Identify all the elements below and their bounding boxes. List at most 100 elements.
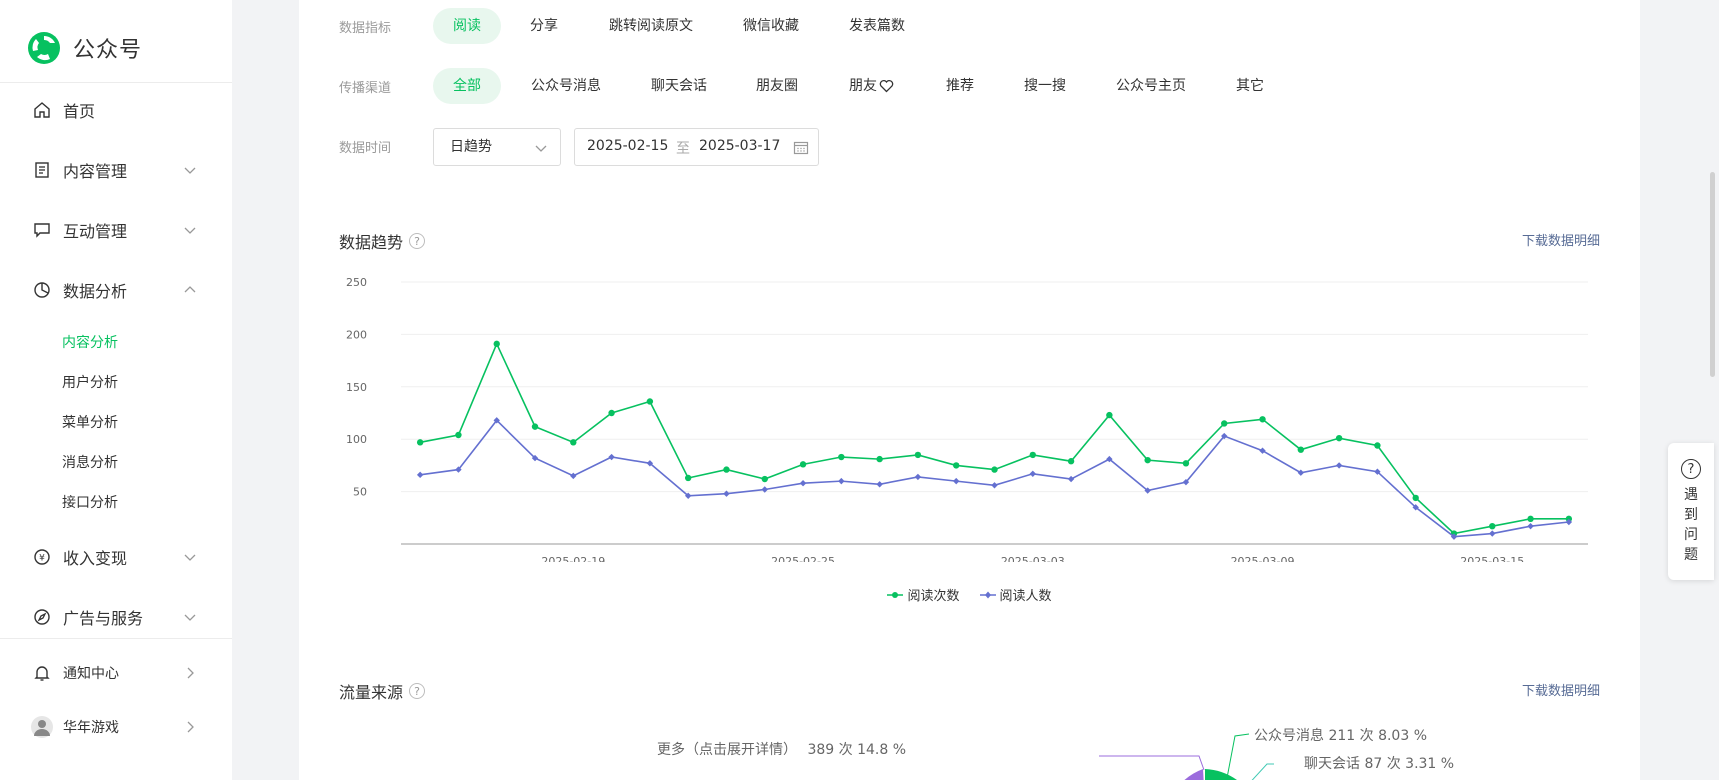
series-line [420, 419, 1569, 538]
data-point [1297, 469, 1305, 476]
sidebar-divider [0, 82, 232, 83]
help-widget[interactable]: ? 遇到问题 [1668, 443, 1714, 580]
data-point [608, 409, 615, 417]
data-point [1412, 494, 1419, 502]
pie-label-name: 公众号消息 [1254, 728, 1324, 744]
channel-chip-chat[interactable]: 聊天会话 [631, 68, 727, 104]
granularity-select[interactable]: 日趋势 [433, 128, 561, 166]
legend-item-readers[interactable]: 阅读人数 [979, 585, 1052, 604]
pie-leader-line-messages [1226, 733, 1250, 779]
data-point [1029, 451, 1036, 459]
pie-label-count: 389 次 [807, 742, 853, 758]
legend-item-reads[interactable]: 阅读次数 [887, 585, 960, 604]
data-point [1527, 515, 1534, 523]
pie-label-pct: 8.03 % [1378, 728, 1428, 744]
sidebar-sub-message-analysis[interactable]: 消息分析 [62, 452, 118, 474]
compass-icon [33, 608, 51, 626]
sidebar-item-label: 收入变现 [63, 549, 128, 568]
heart-icon [879, 79, 894, 93]
channel-chip-recommend[interactable]: 推荐 [926, 68, 994, 104]
data-point [1297, 446, 1305, 453]
date-range-picker[interactable]: 2025-02-15 至 2025-03-17 [574, 128, 819, 166]
notifications-label: 通知中心 [63, 666, 119, 682]
yuan-coin-icon: ¥ [33, 548, 51, 566]
pie-label-chat[interactable]: 聊天会话 87 次 3.31 % [1304, 753, 1454, 773]
pie-label-more[interactable]: 更多（点击展开详情） 389 次 14.8 % [657, 739, 906, 759]
trend-line-chart: 50 100 150 200 250 2025-02-19 2025-02-25 2025-0… [346, 276, 1588, 562]
data-point [876, 481, 883, 488]
data-point [1259, 447, 1266, 454]
sidebar-sub-content-analysis[interactable]: 内容分析 [62, 332, 118, 354]
metric-chip-read[interactable]: 阅读 [433, 8, 501, 44]
data-point [723, 466, 730, 473]
pie-leader-line-more [1099, 755, 1205, 771]
channel-chip-all[interactable]: 全部 [433, 68, 501, 104]
metric-chip-favorite[interactable]: 微信收藏 [723, 8, 819, 44]
data-point [1335, 462, 1343, 469]
metric-chip-read-original[interactable]: 跳转阅读原文 [589, 8, 713, 44]
document-icon [33, 161, 51, 179]
help-circle-icon[interactable]: ? [409, 683, 426, 699]
data-point [416, 471, 424, 479]
data-point [493, 340, 500, 348]
sidebar-item-interaction[interactable]: 互动管理 [0, 212, 232, 248]
pie-label-messages[interactable]: 公众号消息 211 次 8.03 % [1254, 725, 1427, 745]
chevron-up-icon [184, 286, 196, 293]
legend-label: 阅读次数 [907, 589, 960, 604]
channel-chip-messages[interactable]: 公众号消息 [511, 68, 621, 104]
data-point [1144, 456, 1151, 464]
y-tick-label: 50 [353, 486, 367, 499]
date-separator: 至 [676, 141, 690, 157]
chevron-right-icon [187, 667, 194, 679]
x-tick-label: 2025-03-15 [1460, 555, 1524, 562]
data-point [1067, 475, 1075, 483]
data-point [1221, 420, 1228, 427]
legend-label: 阅读人数 [999, 589, 1052, 604]
data-point [799, 461, 807, 468]
date-end: 2025-03-17 [699, 138, 781, 154]
channel-chip-friends[interactable]: 朋友 [829, 68, 914, 104]
sidebar-sub-menu-analysis[interactable]: 菜单分析 [62, 412, 118, 434]
data-point [1527, 522, 1534, 530]
help-circle-icon[interactable]: ? [409, 233, 426, 249]
chevron-down-icon [184, 167, 196, 174]
pie-slice-more[interactable] [1167, 769, 1205, 780]
app-logo[interactable]: 公众号 [27, 30, 142, 66]
data-point [684, 474, 692, 482]
data-point [838, 453, 845, 461]
data-point [1029, 470, 1036, 477]
chevron-right-icon [187, 721, 194, 733]
calendar-icon [793, 141, 809, 155]
home-icon [33, 101, 51, 119]
y-tick-label: 150 [346, 381, 367, 394]
page-scrollbar[interactable] [1710, 172, 1715, 377]
channel-chip-search[interactable]: 搜一搜 [1004, 68, 1086, 104]
pie-slice-messages[interactable] [1205, 769, 1237, 780]
sidebar-item-analytics[interactable]: 数据分析 [0, 272, 232, 308]
metric-chip-share[interactable]: 分享 [510, 8, 578, 44]
data-point [1374, 442, 1381, 449]
trend-download-link[interactable]: 下载数据明细 [1522, 230, 1600, 249]
traffic-download-link[interactable]: 下载数据明细 [1522, 680, 1600, 699]
sidebar-item-content[interactable]: 内容管理 [0, 152, 232, 188]
data-point [570, 472, 577, 480]
sidebar-item-account[interactable]: 华年游戏 [0, 709, 232, 745]
sidebar-item-home[interactable]: 首页 [0, 92, 232, 128]
sidebar-item-notifications[interactable]: 通知中心 [0, 655, 232, 691]
pie-label-name: 聊天会话 [1304, 756, 1360, 772]
data-point [953, 477, 960, 485]
sidebar-item-ads-services[interactable]: 广告与服务 [0, 599, 232, 635]
traffic-section-title: 流量来源 ? [339, 679, 426, 703]
metric-chip-published[interactable]: 发表篇数 [829, 8, 925, 44]
help-label: 遇到问题 [1684, 487, 1698, 563]
chart-legend: 阅读次数 阅读人数 [299, 585, 1640, 604]
time-filter-label: 数据时间 [339, 141, 392, 156]
channel-chip-other[interactable]: 其它 [1216, 68, 1284, 104]
sidebar-sub-user-analysis[interactable]: 用户分析 [62, 372, 118, 394]
channel-chip-homepage[interactable]: 公众号主页 [1096, 68, 1206, 104]
sidebar-sub-api-analysis[interactable]: 接口分析 [62, 492, 118, 514]
sidebar-item-monetization[interactable]: ¥ 收入变现 [0, 539, 232, 575]
pie-label-pct: 3.31 % [1405, 756, 1455, 772]
channel-chip-moments[interactable]: 朋友圈 [736, 68, 818, 104]
main-content: 数据指标 阅读 分享 跳转阅读原文 微信收藏 发表篇数 传播渠道 全部 公众号消… [299, 0, 1640, 780]
